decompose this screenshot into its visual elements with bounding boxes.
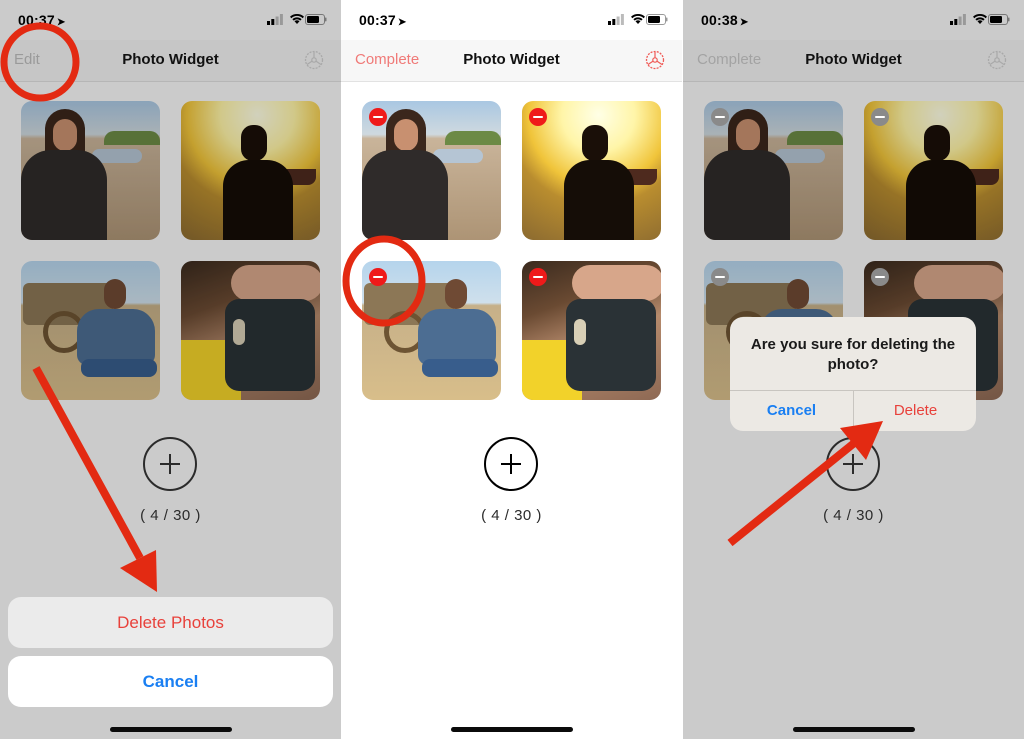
status-bar: 00:37 ➤ (0, 0, 341, 40)
nav-bar: Complete Photo Widget (683, 40, 1024, 82)
photo-grid (362, 101, 662, 401)
time-text: 00:37 (18, 12, 55, 28)
photo-grid (21, 101, 321, 401)
status-bar: 00:38 ➤ (683, 0, 1024, 40)
location-arrow-icon: ➤ (739, 17, 749, 28)
photo-tile[interactable] (21, 261, 160, 400)
wifi-icon (631, 13, 645, 24)
time-text: 00:37 (359, 12, 396, 28)
photo-tile[interactable] (522, 101, 661, 240)
gear-icon[interactable] (644, 49, 666, 71)
photo-count: ( 4 / 30 ) (140, 507, 201, 524)
nav-bar: Edit Photo Widget (0, 40, 341, 82)
cellular-signal-icon (267, 14, 283, 25)
minus-circle-icon[interactable] (711, 108, 729, 126)
home-indicator[interactable] (110, 727, 232, 732)
photo-tile[interactable] (181, 101, 320, 240)
photo-tile[interactable] (181, 261, 320, 400)
confirm-delete-alert: Are you sure for deleting the photo? Can… (730, 317, 976, 431)
page-title: Photo Widget (122, 51, 219, 68)
battery-icon (646, 14, 668, 25)
status-bar: 00:37 ➤ (341, 0, 682, 40)
alert-message: Are you sure for deleting the photo? (750, 336, 956, 373)
home-indicator[interactable] (451, 727, 573, 732)
photo-count: ( 4 / 30 ) (823, 507, 884, 524)
cellular-signal-icon (608, 14, 624, 25)
wifi-icon (973, 13, 987, 24)
minus-circle-icon[interactable] (369, 108, 387, 126)
minus-circle-icon[interactable] (529, 268, 547, 286)
alert-delete-button[interactable]: Delete (854, 391, 976, 431)
battery-icon (305, 14, 327, 25)
alert-cancel-button[interactable]: Cancel (730, 391, 853, 431)
screen-edit-mode-action-sheet: 00:37 ➤ Edit Photo Widget ( 4 / 30 ) Dele… (0, 0, 341, 739)
time-text: 00:38 (701, 12, 738, 28)
nav-bar: Complete Photo Widget (341, 40, 682, 82)
page-title: Photo Widget (805, 51, 902, 68)
gear-icon[interactable] (986, 49, 1008, 71)
screen-delete-mode: 00:37 ➤ Complete Photo Widget ( 4 / 30 ) (341, 0, 682, 739)
location-arrow-icon: ➤ (56, 17, 66, 28)
plus-circle-icon[interactable] (484, 437, 538, 491)
page-title: Photo Widget (463, 51, 560, 68)
photo-tile[interactable] (362, 261, 501, 400)
cellular-signal-icon (950, 14, 966, 25)
minus-circle-icon[interactable] (871, 268, 889, 286)
photo-tile[interactable] (864, 101, 1003, 240)
battery-icon (988, 14, 1010, 25)
wifi-icon (290, 13, 304, 24)
minus-circle-icon[interactable] (369, 268, 387, 286)
status-time: 00:37 ➤ (359, 12, 406, 28)
cancel-button[interactable]: Cancel (8, 656, 333, 707)
photo-count: ( 4 / 30 ) (481, 507, 542, 524)
plus-circle-icon[interactable] (143, 437, 197, 491)
home-indicator[interactable] (793, 727, 915, 732)
status-time: 00:38 ➤ (701, 12, 748, 28)
photo-tile[interactable] (362, 101, 501, 240)
plus-circle-icon[interactable] (826, 437, 880, 491)
photo-tile[interactable] (704, 101, 843, 240)
minus-circle-icon[interactable] (871, 108, 889, 126)
minus-circle-icon[interactable] (529, 108, 547, 126)
location-arrow-icon: ➤ (397, 17, 407, 28)
photo-tile[interactable] (522, 261, 661, 400)
minus-circle-icon[interactable] (711, 268, 729, 286)
screen-confirm-alert: 00:38 ➤ Complete Photo Widget ( 4 / 30 ) … (683, 0, 1024, 739)
photo-tile[interactable] (21, 101, 160, 240)
delete-photos-button[interactable]: Delete Photos (8, 597, 333, 648)
status-time: 00:37 ➤ (18, 12, 65, 28)
gear-icon[interactable] (303, 49, 325, 71)
